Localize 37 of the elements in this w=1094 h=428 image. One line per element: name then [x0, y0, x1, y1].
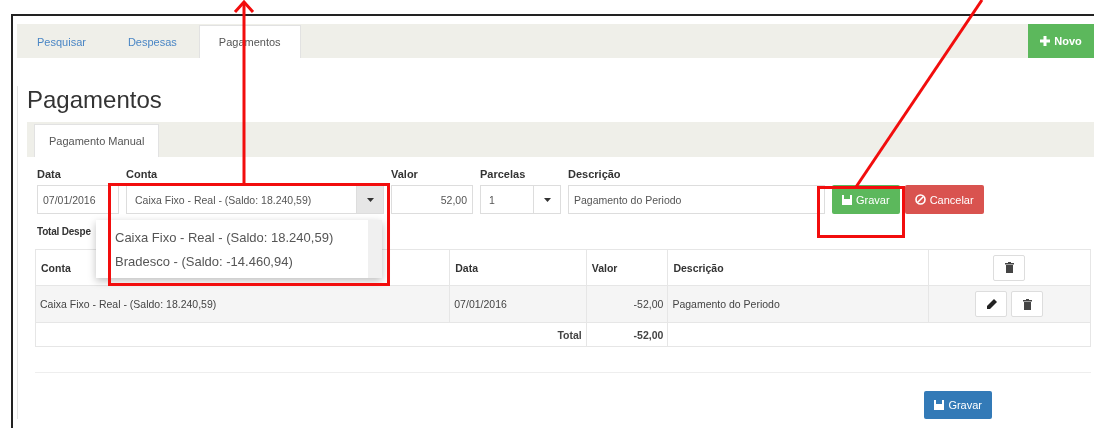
cancel-button[interactable]: Cancelar [904, 185, 984, 214]
scrollbar[interactable] [368, 220, 382, 278]
total-label: Total [35, 322, 587, 347]
total-label: Total Despe [37, 226, 91, 239]
select-field[interactable]: 1 [480, 185, 561, 214]
floppy-icon [842, 194, 852, 205]
table-cell: Pagamento do Periodo [667, 285, 929, 323]
delete-button[interactable] [993, 254, 1026, 281]
field-label: Parcelas [480, 168, 527, 180]
save-button[interactable]: Gravar [924, 391, 992, 419]
delete-button[interactable] [1011, 291, 1044, 317]
input-field[interactable]: Pagamento do Periodo [568, 185, 825, 214]
total-value: -52,00 [586, 322, 668, 347]
table-cell: 07/01/2016 [449, 285, 587, 323]
field-label: Conta [126, 168, 159, 180]
trash-icon [1004, 262, 1014, 273]
caret-icon [366, 197, 374, 202]
column-header: Data [449, 249, 587, 286]
dropdown-option[interactable]: Caixa Fixo - Real - (Saldo: 18.240,59) [115, 227, 368, 247]
plus-icon [1040, 36, 1051, 46]
tab[interactable]: Pagamento Manual [34, 124, 160, 157]
edit-button[interactable] [975, 291, 1008, 317]
field-label: Descrição [568, 168, 622, 180]
trash-icon [1022, 298, 1032, 310]
input-field[interactable]: 52,00 [391, 185, 473, 214]
cancel-icon [914, 194, 926, 205]
pencil-icon [985, 298, 997, 310]
table-cell: -52,00 [586, 285, 668, 323]
input-field[interactable]: 07/01/2016 [37, 185, 119, 214]
caret-icon [543, 197, 551, 202]
column-header: Descrição [667, 249, 929, 286]
field-label: Valor [391, 168, 419, 180]
floppy-icon [934, 400, 945, 410]
field-label: Data [37, 168, 62, 180]
dropdown-option[interactable]: Bradesco - (Saldo: -14.460,94) [115, 251, 368, 271]
page-title: Pagamentos [27, 86, 163, 114]
column-header: Valor [586, 249, 668, 286]
